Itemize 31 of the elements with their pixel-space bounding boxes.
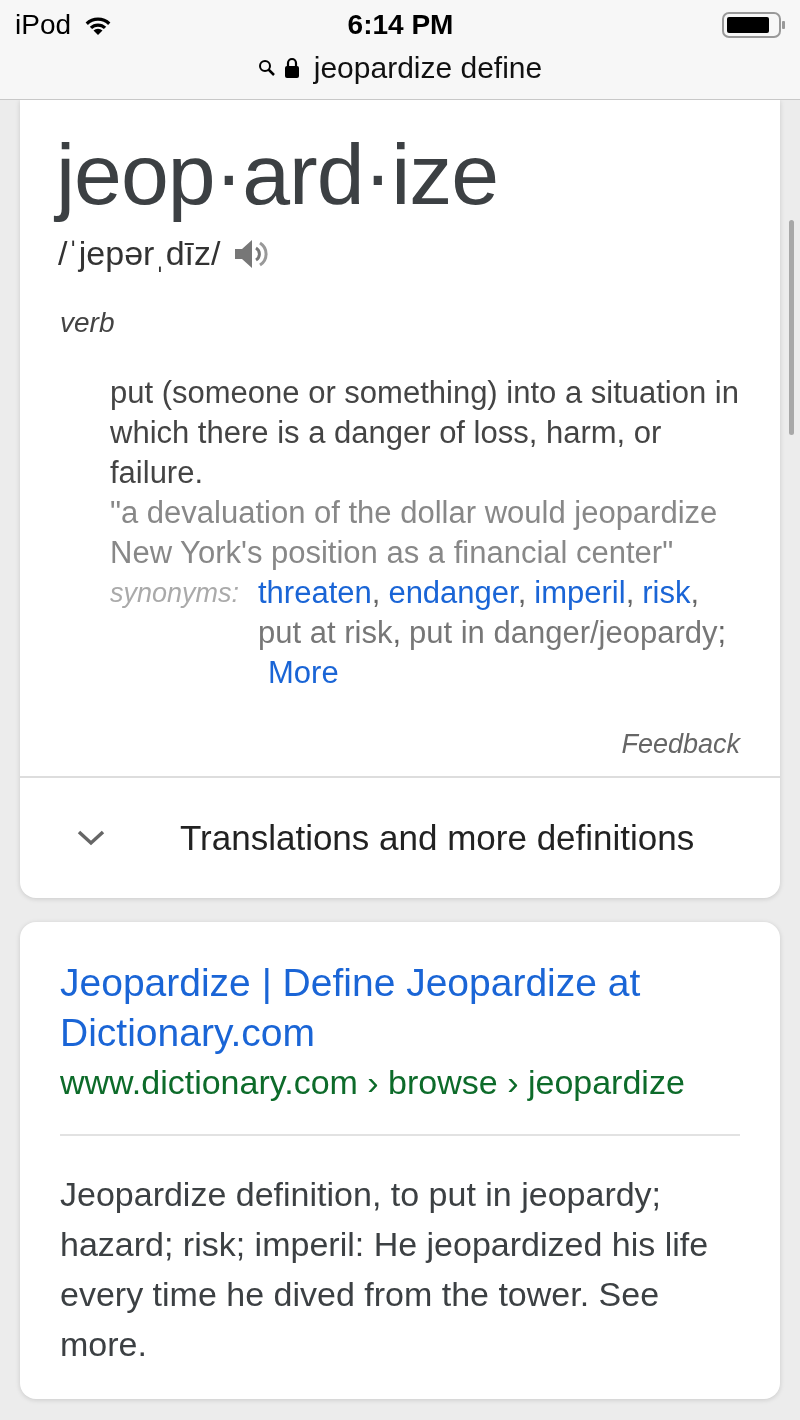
pronunciation: /ˈjepərˌdīz/ [58, 234, 221, 273]
punctuation: , [625, 575, 635, 610]
synonym-link[interactable]: threaten [258, 575, 372, 610]
synonym-link[interactable]: risk [642, 575, 691, 610]
address-text[interactable]: jeopardize define [313, 51, 543, 85]
synonym-link[interactable]: imperil [534, 575, 626, 610]
synonym-text: put in danger/jeopardy [409, 615, 718, 650]
expander-row[interactable]: Translations and more definitions [20, 776, 780, 898]
expander-label: Translations and more definitions [180, 818, 695, 858]
punctuation: ; [717, 615, 727, 650]
result-url: www.dictionary.com › browse › jeopardize [60, 1062, 686, 1103]
feedback-link[interactable]: Feedback [621, 729, 740, 760]
part-of-speech: verb [59, 307, 116, 339]
clock-time: 6:14 PM [347, 9, 454, 41]
more-link[interactable]: More [268, 655, 339, 690]
synonyms-label: synonyms: [110, 577, 241, 610]
example-sentence: "a devaluation of the dollar would jeopardize New York's position as a financial center" [110, 494, 719, 572]
battery-icon [722, 11, 786, 39]
punctuation: , [690, 575, 700, 610]
scroll-bar[interactable] [789, 220, 794, 435]
punctuation: , [371, 575, 381, 610]
carrier-label: iPod [15, 9, 72, 41]
synonym-text: put at risk [258, 615, 393, 650]
lock-icon [283, 57, 300, 79]
definition-text: put (someone or something) into a situation in which there is a danger of loss, harm, or failure. [110, 374, 740, 492]
headword: jeop·ard·ize [53, 125, 500, 224]
result-title-link[interactable]: Jeopardize | Define Jeopardize at Dictionary.com [60, 958, 740, 1058]
punctuation: , [392, 615, 401, 650]
search-icon [257, 59, 276, 77]
result-snippet: Jeopardize definition, to put in jeopardy; hazard; risk; imperil: He jeopardized his life every time he dived from the tower. See more. [60, 1174, 710, 1365]
synonym-link[interactable]: endanger [388, 575, 518, 610]
